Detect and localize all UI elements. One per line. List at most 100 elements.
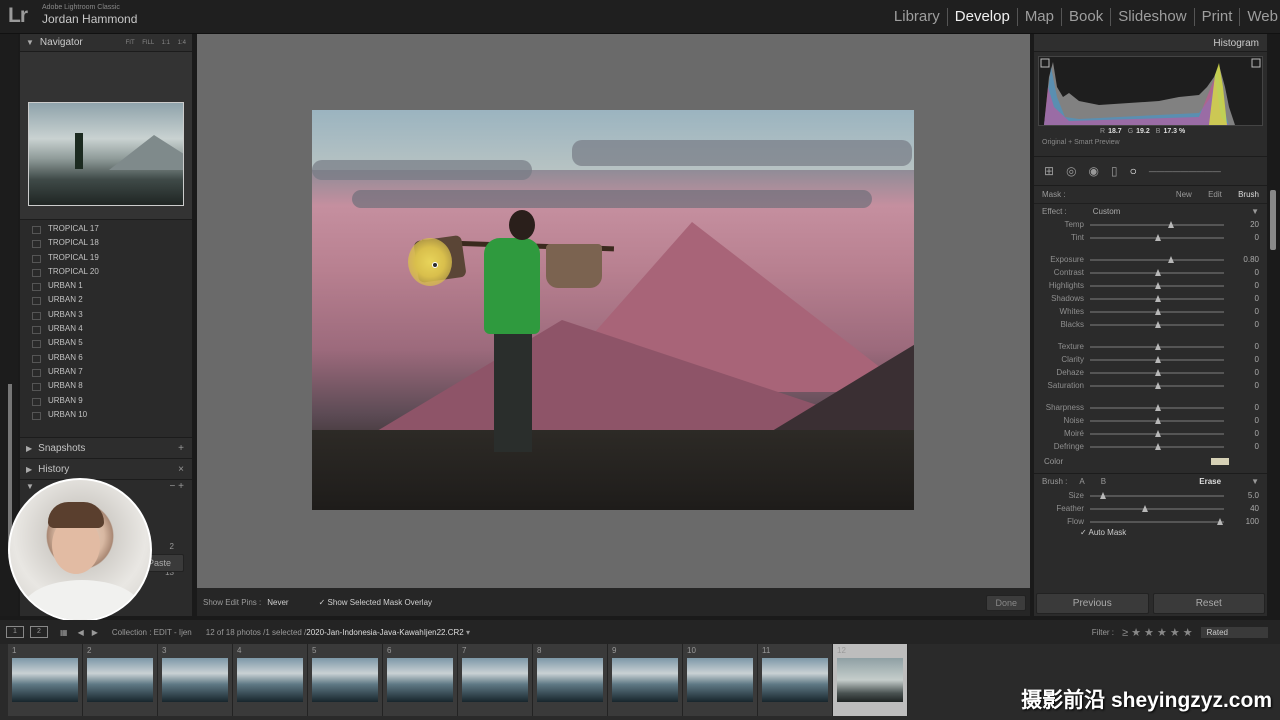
brush-size-slider[interactable]: ————————— [1149,167,1221,176]
slider-track[interactable] [1090,281,1224,289]
filmstrip-thumbnail[interactable]: 10 [683,644,758,716]
filmstrip-thumbnail[interactable]: 5 [308,644,383,716]
preset-item[interactable]: URBAN 10 [20,408,192,422]
dropdown-triangle-icon[interactable]: ▼ [1251,207,1259,216]
slider-knob[interactable] [1168,255,1174,263]
slider-track[interactable] [1090,517,1224,525]
slider-knob[interactable] [1155,368,1161,376]
right-scrollbar[interactable] [1270,190,1276,250]
slider-track[interactable] [1090,320,1224,328]
grid-icon[interactable]: ▦ [60,628,68,637]
collections-actions[interactable]: − + [170,481,192,492]
slider-shadows[interactable]: Shadows 0 [1034,292,1267,305]
filmstrip-thumbnail[interactable]: 11 [758,644,833,716]
slider-track[interactable] [1090,504,1224,512]
filmstrip-thumbnail[interactable]: 2 [83,644,158,716]
slider-knob[interactable] [1142,504,1148,512]
slider-value[interactable]: 100 [1246,517,1259,526]
navigator-zoom-options[interactable]: FIT FILL 1:1 1:4 [126,40,192,46]
slider-knob[interactable] [1217,517,1224,525]
slider-contrast[interactable]: Contrast 0 [1034,266,1267,279]
star-filter[interactable]: ≥ ★ ★ ★ ★ ★ [1122,626,1193,639]
preset-item[interactable]: URBAN 2 [20,293,192,307]
slider-feather[interactable]: Feather 40 [1034,502,1267,515]
edit-pin[interactable] [432,262,438,268]
slider-flow[interactable]: Flow 100 [1034,515,1267,528]
slider-highlights[interactable]: Highlights 0 [1034,279,1267,292]
slider-track[interactable] [1090,342,1224,350]
slider-texture[interactable]: Texture 0 [1034,340,1267,353]
module-develop[interactable]: Develop [948,8,1018,26]
slider-value[interactable]: 0 [1255,442,1259,451]
slider-value[interactable]: 0 [1255,355,1259,364]
forward-arrow-icon[interactable]: ▶ [92,628,98,637]
module-web[interactable]: Web [1240,8,1280,26]
slider-knob[interactable] [1155,416,1161,424]
brush-b-tab[interactable]: B [1101,477,1106,486]
overlay-checkbox[interactable]: ✓ Show Selected Mask Overlay [319,598,432,607]
slider-value[interactable]: 0 [1255,381,1259,390]
navigator-header[interactable]: ▼ Navigator FIT FILL 1:1 1:4 [20,34,192,52]
slider-value[interactable]: 0 [1255,294,1259,303]
filmstrip-thumbnail[interactable]: 12 [833,644,908,716]
back-arrow-icon[interactable]: ◀ [78,628,84,637]
slider-track[interactable] [1090,403,1224,411]
slider-sharpness[interactable]: Sharpness 0 [1034,401,1267,414]
slider-value[interactable]: 40 [1250,504,1259,513]
slider-track[interactable] [1090,355,1224,363]
graduated-filter-icon[interactable]: ▯ [1111,164,1118,178]
preset-item[interactable]: URBAN 9 [20,394,192,408]
slider-track[interactable] [1090,491,1224,499]
filmstrip-thumbnail[interactable]: 8 [533,644,608,716]
slider-track[interactable] [1090,416,1224,424]
slider-track[interactable] [1090,220,1224,228]
history-panel-header[interactable]: ▶ History × [20,459,192,480]
preset-item[interactable]: URBAN 1 [20,279,192,293]
module-slideshow[interactable]: Slideshow [1111,8,1195,26]
slider-track[interactable] [1090,294,1224,302]
slider-knob[interactable] [1155,342,1161,350]
slider-exposure[interactable]: Exposure 0.80 [1034,253,1267,266]
slider-value[interactable]: 0 [1255,416,1259,425]
slider-knob[interactable] [1155,233,1161,241]
mask-brush-button[interactable]: Brush [1238,190,1259,199]
slider-knob[interactable] [1155,403,1161,411]
filmstrip-thumbnail[interactable]: 6 [383,644,458,716]
mask-new-button[interactable]: New [1176,190,1192,199]
brush-a-tab[interactable]: A [1079,477,1084,486]
preset-item[interactable]: TROPICAL 20 [20,265,192,279]
slider-value[interactable]: 5.0 [1248,491,1259,500]
auto-mask-checkbox[interactable]: ✓ Auto Mask [1034,528,1267,541]
filmstrip-thumbnail[interactable]: 1 [8,644,83,716]
slider-saturation[interactable]: Saturation 0 [1034,379,1267,392]
slider-track[interactable] [1090,233,1224,241]
slider-knob[interactable] [1155,442,1161,450]
preset-item[interactable]: TROPICAL 18 [20,236,192,250]
preset-item[interactable]: URBAN 6 [20,351,192,365]
slider-value[interactable]: 0 [1255,320,1259,329]
filmstrip-thumbnail[interactable]: 7 [458,644,533,716]
photo-count[interactable]: 12 of 18 photos /1 selected /2020-Jan-In… [206,628,470,637]
brush-erase-tab[interactable]: Erase [1199,477,1221,486]
slider-track[interactable] [1090,442,1224,450]
main-photo[interactable] [312,110,914,510]
filter-select[interactable]: Rated [1200,626,1268,638]
slider-defringe[interactable]: Defringe 0 [1034,440,1267,453]
slider-knob[interactable] [1155,268,1161,276]
slider-size[interactable]: Size 5.0 [1034,489,1267,502]
slider-knob[interactable] [1100,491,1107,499]
slider-blacks[interactable]: Blacks 0 [1034,318,1267,331]
slider-temp[interactable]: Temp 20 [1034,218,1267,231]
preset-item[interactable]: URBAN 5 [20,336,192,350]
slider-knob[interactable] [1155,281,1161,289]
image-canvas[interactable] [197,34,1030,588]
smart-preview-status[interactable]: Original + Smart Preview [1042,139,1267,146]
collection-label[interactable]: Collection : EDIT - Ijen [112,628,192,637]
slider-track[interactable] [1090,381,1224,389]
reset-button[interactable]: Reset [1152,593,1265,614]
preset-item[interactable]: URBAN 8 [20,379,192,393]
slider-value[interactable]: 0 [1255,429,1259,438]
effect-select[interactable]: Custom [1093,207,1121,216]
slider-noise[interactable]: Noise 0 [1034,414,1267,427]
dropdown-triangle-icon[interactable]: ▼ [1251,477,1259,486]
